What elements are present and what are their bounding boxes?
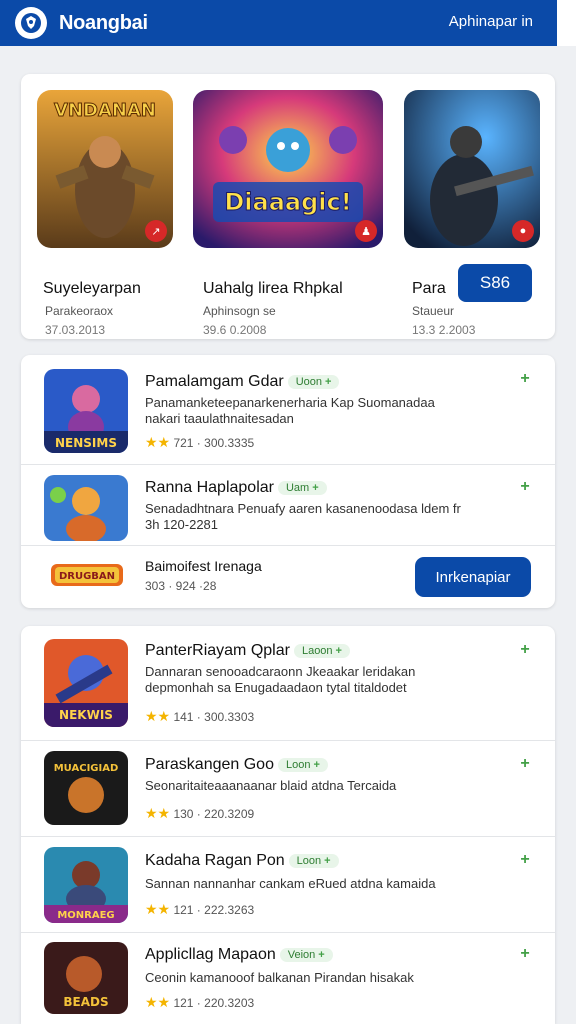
- star-icon: ★★: [145, 708, 171, 724]
- publisher-logo-icon: DRUGBAN: [51, 564, 123, 586]
- featured-item[interactable]: Diaaagic! ♟ Uahalg lirea Rhpkal Aphinsog…: [193, 90, 383, 337]
- add-icon[interactable]: +: [517, 851, 533, 868]
- svg-text:DRUGBAN: DRUGBAN: [59, 571, 115, 582]
- app-title: Paraskangen Goo Loon +: [145, 756, 328, 774]
- featured-date: 39.6 0.2008: [203, 323, 267, 337]
- star-icon: ★★: [145, 805, 171, 821]
- app-title: PanterRiayam Qplar Laoon +: [145, 642, 350, 660]
- app-icon-text: NEKWIS: [59, 708, 113, 722]
- topbar-edge: [557, 0, 576, 46]
- featured-name: Suyeleyarpan: [43, 280, 141, 297]
- featured-sub: Aphinsogn se: [203, 304, 276, 318]
- featured-art-text: VNDANAN: [54, 100, 156, 121]
- app-title: Kadaha Ragan Pon Loon +: [145, 852, 339, 870]
- divider: [21, 464, 555, 465]
- app-title: Pamalamgam Gdar Uoon +: [145, 373, 340, 391]
- app-icon[interactable]: NEKWIS: [44, 639, 128, 727]
- featured-date: 37.03.2013: [45, 323, 106, 337]
- app-rating: ★★ 121 · 222.3263: [145, 901, 255, 917]
- price-button[interactable]: S86: [458, 264, 532, 302]
- tag-badge: Loon +: [288, 853, 339, 868]
- bookmark-icon[interactable]: ●: [512, 220, 534, 242]
- divider: [21, 932, 555, 933]
- footer-meta: 303 · 924 ·28: [145, 579, 217, 593]
- featured-thumbnail[interactable]: VNDANAN ↗: [37, 90, 173, 248]
- header-link[interactable]: Aphinapar in: [449, 13, 533, 30]
- bookmark-icon[interactable]: ↗: [145, 220, 167, 242]
- featured-card: VNDANAN ↗ Suyeleyarpan Parakeoraox 37.03…: [21, 74, 555, 339]
- featured-thumbnail[interactable]: ●: [404, 90, 540, 248]
- app-description: Seonaritaiteaaanaanar blaid atdna Tercai…: [145, 778, 397, 793]
- top-app-bar: Noangbai Aphinapar in: [0, 0, 557, 46]
- app-rating: ★★ 141 · 300.3303: [145, 708, 255, 724]
- tag-badge: Veion +: [279, 947, 333, 962]
- install-button[interactable]: Inrkenapiar: [415, 557, 531, 597]
- app-title: Applicllag Mapaon Veion +: [145, 946, 333, 964]
- star-icon: ★★: [145, 901, 171, 917]
- footer-title: Baimoifest Irenaga: [145, 558, 262, 574]
- featured-art-text: Diaaagic!: [224, 188, 351, 216]
- app-icon-text: NENSIMS: [55, 436, 117, 450]
- featured-sub: Staueur: [412, 304, 455, 318]
- featured-item[interactable]: VNDANAN ↗ Suyeleyarpan Parakeoraox 37.03…: [37, 90, 173, 337]
- app-logo-icon[interactable]: [15, 7, 47, 39]
- featured-date: 13.3 2.2003: [412, 323, 476, 337]
- add-icon[interactable]: +: [517, 755, 533, 772]
- app-description: Senadadhtnara Penuafy aaren kasanenoodas…: [145, 501, 461, 532]
- add-icon[interactable]: +: [517, 478, 533, 495]
- add-icon[interactable]: +: [517, 370, 533, 387]
- app-list-card: NEKWIS PanterRiayam Qplar Laoon + Dannaran…: [21, 626, 555, 1024]
- tag-badge: Uam +: [277, 480, 327, 495]
- star-icon: ★★: [145, 434, 171, 450]
- divider: [21, 545, 555, 546]
- app-icon-text: BEADS: [63, 995, 108, 1009]
- app-description: Sannan nannanhar cankam eRued atdna kama…: [145, 876, 436, 891]
- app-title: Ranna Haplapolar Uam +: [145, 479, 327, 497]
- app-description: Dannaran senooadcaraonn Jkeaakar leridak…: [145, 664, 416, 695]
- featured-item[interactable]: ● Para Staueur 13.3 2.2003: [404, 90, 540, 337]
- app-rating: ★★ 130 · 220.3209: [145, 805, 255, 821]
- featured-name: Uahalg lirea Rhpkal: [203, 280, 343, 297]
- app-description: Panamanketeepanarkenerharia Kap Suomanad…: [145, 395, 435, 426]
- add-icon[interactable]: +: [517, 945, 533, 962]
- app-icon[interactable]: MONRAEG: [44, 847, 128, 923]
- tag-badge: Uoon +: [287, 374, 340, 389]
- bookmark-icon[interactable]: ♟: [355, 220, 377, 242]
- app-icon-text: MONRAEG: [57, 910, 114, 921]
- app-rating: ★★ 121 · 220.3203: [145, 994, 255, 1010]
- app-icon[interactable]: MUACIGIAD: [44, 751, 128, 825]
- app-icon[interactable]: NENSIMS: [44, 369, 128, 453]
- app-description: Ceonin kamanooof balkanan Pirandan hisak…: [145, 970, 414, 985]
- featured-thumbnail[interactable]: Diaaagic! ♟: [193, 90, 383, 248]
- app-rating: ★★ 721 · 300.3335: [145, 434, 255, 450]
- app-title: Noangbai: [59, 11, 148, 34]
- app-icon[interactable]: BEADS: [44, 942, 128, 1014]
- divider: [21, 836, 555, 837]
- app-icon[interactable]: [44, 475, 128, 541]
- app-list-card: NENSIMS Pamalamgam Gdar Uoon + Panamankete…: [21, 355, 555, 608]
- featured-name: Para: [412, 280, 446, 297]
- tag-badge: Laoon +: [293, 643, 350, 658]
- featured-sub: Parakeoraox: [45, 304, 114, 318]
- star-icon: ★★: [145, 994, 171, 1010]
- divider: [21, 740, 555, 741]
- tag-badge: Loon +: [277, 757, 328, 772]
- app-icon-text: MUACIGIAD: [54, 763, 119, 774]
- add-icon[interactable]: +: [517, 641, 533, 658]
